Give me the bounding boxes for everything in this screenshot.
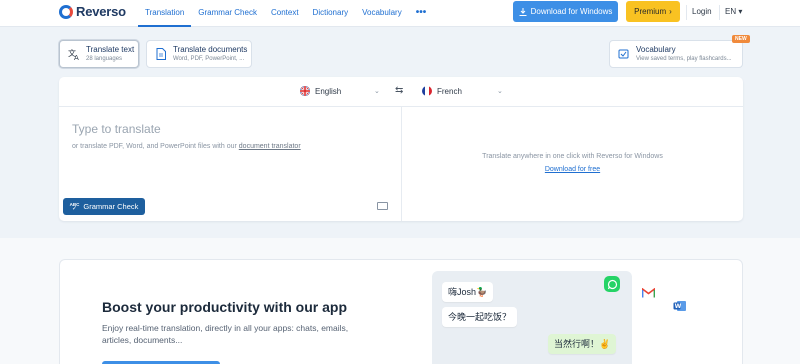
chevron-right-icon: › — [669, 7, 672, 16]
document-icon — [154, 47, 168, 61]
download-windows-button[interactable]: Download for Windows — [513, 1, 618, 22]
nav-context[interactable]: Context — [264, 0, 306, 27]
abc-check-icon: ABC ✓ — [69, 201, 80, 212]
translate-text-card[interactable]: 文A Translate text 28 languages — [59, 40, 139, 68]
flashcards-icon — [617, 47, 631, 61]
login-link[interactable]: Login — [692, 7, 712, 16]
translate-icon: 文A — [67, 47, 81, 61]
header-divider — [719, 5, 720, 20]
swap-languages-icon[interactable]: ⇆ — [395, 85, 403, 96]
france-flag-icon — [422, 86, 432, 96]
nav-more-icon[interactable]: ••• — [409, 0, 434, 27]
translate-text-subtitle: 28 languages — [86, 56, 123, 62]
vocabulary-subtitle: View saved terms, play flashcards... — [636, 56, 732, 62]
word-icon: W — [672, 298, 688, 314]
premium-button[interactable]: Premium › — [626, 1, 680, 22]
chevron-down-icon[interactable]: ⌄ — [374, 87, 380, 95]
main-nav: Translation Grammar Check Context Dictio… — [138, 0, 433, 27]
header-divider — [686, 5, 687, 20]
gmail-icon — [640, 285, 656, 301]
source-text-input[interactable]: Type to translate — [72, 122, 161, 136]
download-windows-label: Download for Windows — [530, 7, 613, 16]
promo-description: Enjoy real-time translation, directly in… — [102, 323, 349, 345]
target-language-select[interactable]: French — [422, 86, 462, 96]
source-language-select[interactable]: English — [300, 86, 341, 96]
vocabulary-title: Vocabulary — [636, 45, 676, 54]
whatsapp-icon — [604, 276, 620, 292]
grammar-check-button[interactable]: ABC ✓ Grammar Check — [63, 198, 145, 215]
svg-text:W: W — [675, 303, 682, 310]
interface-language-select[interactable]: EN ▾ — [725, 7, 742, 16]
document-translator-link[interactable]: document translator — [239, 143, 301, 150]
translate-documents-subtitle: Word, PDF, PowerPoint, ... — [173, 56, 245, 62]
panel-divider — [401, 107, 402, 221]
nav-dictionary[interactable]: Dictionary — [306, 0, 356, 27]
svg-text:A: A — [74, 54, 79, 60]
target-language-label: French — [437, 86, 462, 96]
nav-translation[interactable]: Translation — [138, 0, 192, 27]
download-icon — [519, 7, 527, 16]
chat-bubble: 今晚一起吃饭？ — [442, 307, 518, 327]
language-bar: English ⌄ ⇆ French ⌄ — [59, 77, 743, 107]
nav-vocabulary[interactable]: Vocabulary — [355, 0, 409, 27]
grammar-check-label: Grammar Check — [83, 202, 139, 211]
promo-title: Boost your productivity with our app — [102, 299, 347, 315]
new-badge: NEW — [732, 35, 750, 43]
chat-bubble-reply: 当然行啊！✌ — [548, 334, 617, 354]
source-hint: or translate PDF, Word, and PowerPoint f… — [72, 143, 301, 150]
vocabulary-card[interactable]: Vocabulary View saved terms, play flashc… — [609, 40, 743, 68]
translator-panel: English ⌄ ⇆ French ⌄ Type to translate o… — [59, 77, 743, 221]
logo-text: Reverso — [76, 4, 126, 19]
translate-documents-title: Translate documents — [173, 45, 248, 54]
reverso-logo[interactable]: Reverso — [59, 4, 126, 19]
source-hint-text: or translate PDF, Word, and PowerPoint f… — [72, 143, 239, 150]
nav-grammar-check[interactable]: Grammar Check — [191, 0, 264, 27]
source-language-label: English — [315, 86, 342, 96]
chevron-down-icon[interactable]: ⌄ — [497, 87, 503, 95]
top-header: Reverso Translation Grammar Check Contex… — [0, 0, 800, 27]
uk-flag-icon — [300, 86, 310, 96]
keyboard-icon[interactable] — [377, 202, 388, 210]
reverso-logo-icon — [59, 4, 73, 19]
download-free-link[interactable]: Download for free — [402, 166, 743, 173]
chat-bubble: 嗨Josh🦆 — [442, 282, 494, 302]
premium-label: Premium — [634, 7, 667, 16]
translate-documents-card[interactable]: Translate documents Word, PDF, PowerPoin… — [146, 40, 252, 68]
target-promo-text: Translate anywhere in one click with Rev… — [482, 153, 663, 160]
translate-text-title: Translate text — [86, 45, 135, 54]
